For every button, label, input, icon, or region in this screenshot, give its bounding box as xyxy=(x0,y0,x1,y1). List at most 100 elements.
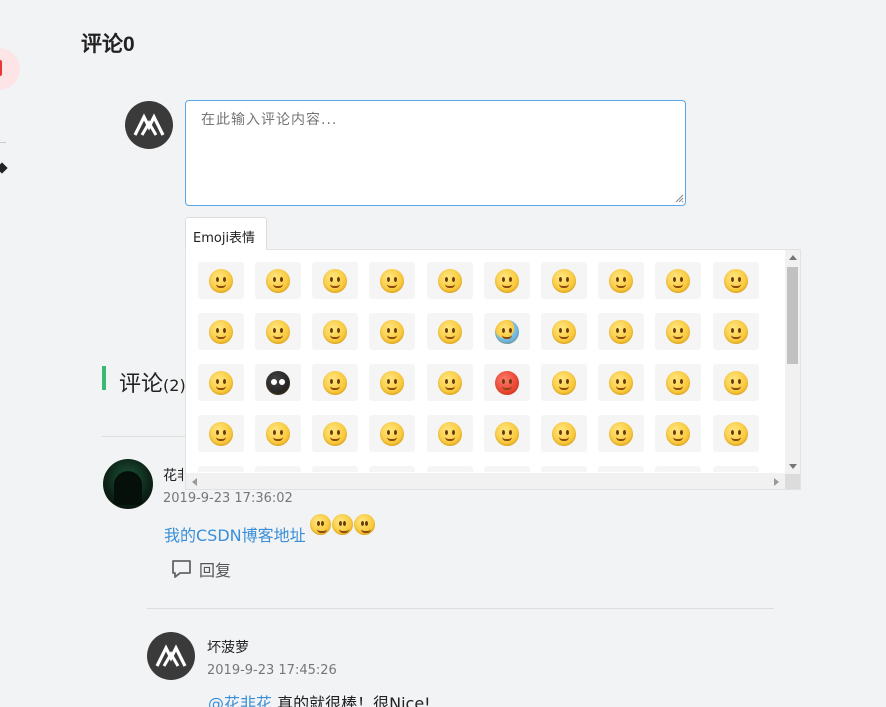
csdn-blog-link[interactable]: 我的CSDN博客地址 xyxy=(164,522,306,546)
emoji-cell-tongue[interactable] xyxy=(598,364,644,401)
emoji-cell-grin[interactable] xyxy=(255,262,301,299)
emoji-cell-hushed[interactable] xyxy=(427,415,473,452)
reply-divider xyxy=(147,608,774,609)
emoji-cell-cool[interactable] xyxy=(484,415,530,452)
emoji-cell-dizzy[interactable] xyxy=(655,313,701,350)
kiss-emoji-icon xyxy=(310,514,331,535)
emoji-cell-kiss[interactable] xyxy=(598,466,644,472)
reply-author[interactable]: 坏菠萝 xyxy=(207,637,249,657)
emoji-cell-shy-hands[interactable] xyxy=(427,364,473,401)
emoji-cell-laugh[interactable] xyxy=(312,262,358,299)
emoji-cell-embarrassed[interactable] xyxy=(484,466,530,472)
emoji-cell-wink[interactable] xyxy=(655,466,701,472)
scroll-down-icon[interactable] xyxy=(789,464,797,469)
emoji-cell-smile[interactable] xyxy=(369,466,415,472)
dizzy-eyes-emoji-icon xyxy=(724,421,748,446)
scrollbar-corner xyxy=(785,474,800,489)
emoji-cell-kiss[interactable] xyxy=(598,262,644,299)
emoji-tab[interactable]: Emoji表情 xyxy=(185,217,267,250)
calm-emoji-icon xyxy=(209,421,233,446)
emoji-cell-scream[interactable] xyxy=(312,364,358,401)
emoji-cell-blush[interactable] xyxy=(255,313,301,350)
confused-emoji-icon xyxy=(609,319,633,344)
emoji-cell-shy[interactable] xyxy=(427,466,473,472)
emoji-cell-skeptical[interactable] xyxy=(598,415,644,452)
emoji-cell-surprised[interactable] xyxy=(713,466,759,472)
emoji-cell-calm[interactable] xyxy=(198,415,244,452)
reply-time: 2019-9-23 17:45:26 xyxy=(207,663,337,678)
emoji-cell-laugh[interactable] xyxy=(312,466,358,472)
emoji-cell-red-angry[interactable] xyxy=(484,364,530,401)
no-mouth-emoji-icon xyxy=(266,421,290,446)
emoji-cell-relieved[interactable] xyxy=(198,364,244,401)
red-angry-emoji-icon xyxy=(495,370,519,395)
reply-label: 回复 xyxy=(199,561,232,580)
grumpy-emoji-icon xyxy=(380,370,404,395)
emoji-cell-hug[interactable] xyxy=(541,313,587,350)
emoji-cell-thinking[interactable] xyxy=(655,364,701,401)
hushed-emoji-icon xyxy=(438,421,462,446)
mention-link[interactable]: @花非花 xyxy=(208,694,272,707)
emoji-horizontal-scrollbar[interactable] xyxy=(186,473,785,489)
m-logo-icon xyxy=(155,644,187,667)
emoji-cell-shy[interactable] xyxy=(427,262,473,299)
shy-emoji-icon xyxy=(438,268,462,293)
blank-emoji-icon xyxy=(552,370,576,395)
scroll-right-icon[interactable] xyxy=(774,478,779,486)
sleepy-emoji-icon xyxy=(323,421,347,446)
emoji-cell-dizzy-eyes[interactable] xyxy=(713,415,759,452)
emoji-cell-blank[interactable] xyxy=(541,364,587,401)
emoji-cell-smirk[interactable] xyxy=(369,313,415,350)
scroll-left-icon[interactable] xyxy=(192,478,197,486)
emoji-cell-cry[interactable] xyxy=(312,313,358,350)
dizzy-emoji-icon xyxy=(666,319,690,344)
badge-mark-icon xyxy=(0,60,2,76)
comments-count: (2) xyxy=(163,376,186,395)
emoji-cell-sweat-cry[interactable] xyxy=(541,262,587,299)
emoji-cell-smile[interactable] xyxy=(198,262,244,299)
emoji-cell-embarrassed[interactable] xyxy=(484,262,530,299)
emoji-cell-no-mouth[interactable] xyxy=(255,415,301,452)
emoji-vertical-scrollbar[interactable] xyxy=(785,250,800,474)
emoji-cell-sleepy[interactable] xyxy=(312,415,358,452)
emoji-cell-facepalm[interactable] xyxy=(655,415,701,452)
emoji-cell-sweat-cry[interactable] xyxy=(541,466,587,472)
emoji-cell-sad[interactable] xyxy=(713,364,759,401)
report-tool[interactable]: 报 xyxy=(0,162,8,195)
reply-button[interactable]: 回复 xyxy=(171,557,231,581)
emoji-cell-grumpy[interactable] xyxy=(369,364,415,401)
scroll-thumb[interactable] xyxy=(787,267,798,364)
left-badge[interactable] xyxy=(0,48,20,90)
skeptical-emoji-icon xyxy=(609,421,633,446)
heart-eyes-emoji-icon xyxy=(552,421,576,446)
embarrassed-emoji-icon xyxy=(495,268,519,293)
kiss-emoji-icon xyxy=(609,268,633,293)
emoji-cell-shocked[interactable] xyxy=(427,313,473,350)
black-face-emoji-icon xyxy=(266,370,290,395)
emoji-cell-money[interactable] xyxy=(369,415,415,452)
emoji-cell-black-face[interactable] xyxy=(255,364,301,401)
shocked-emoji-icon xyxy=(438,319,462,344)
emoji-cell-heart-eyes[interactable] xyxy=(541,415,587,452)
cry-emoji-icon xyxy=(323,319,347,344)
commenter-avatar xyxy=(103,459,153,509)
comment-input[interactable] xyxy=(185,100,686,206)
emoji-cell-puzzled[interactable] xyxy=(713,313,759,350)
emoji-cell-smile[interactable] xyxy=(198,466,244,472)
scroll-up-icon[interactable] xyxy=(789,255,797,260)
smile-emoji-icon xyxy=(380,268,404,293)
emoji-cell-wink[interactable] xyxy=(655,262,701,299)
emoji-cell-surprised[interactable] xyxy=(713,262,759,299)
emoji-cell-angry-steam[interactable] xyxy=(198,313,244,350)
cold-sweat-emoji-icon xyxy=(495,319,519,344)
report-label: 报 xyxy=(0,181,6,195)
grin-emoji-icon xyxy=(266,268,290,293)
emoji-cell-smile[interactable] xyxy=(369,262,415,299)
resize-grip-icon[interactable] xyxy=(674,193,684,203)
sad-emoji-icon xyxy=(724,370,748,395)
section-accent-bar xyxy=(102,366,106,390)
emoji-cell-grin[interactable] xyxy=(255,466,301,472)
emoji-cell-confused[interactable] xyxy=(598,313,644,350)
shy-hands-emoji-icon xyxy=(438,370,462,395)
emoji-cell-cold-sweat[interactable] xyxy=(484,313,530,350)
